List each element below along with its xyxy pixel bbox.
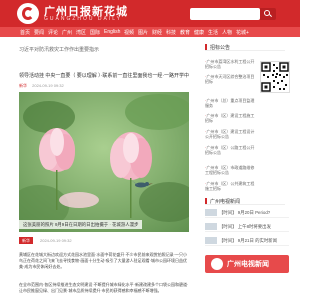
qr-code-icon [261,62,289,92]
thumbnail [205,237,217,245]
nav-item[interactable]: 花城+ [236,29,249,36]
site-logo[interactable] [17,3,39,24]
notice-item[interactable]: ·广州市（区）公共建筑工程施工招标 [205,181,257,191]
nav-item[interactable]: 视频 [124,29,134,36]
notice-item[interactable]: ·广州市（区）建设工程施工招标 [205,113,257,123]
nav-item[interactable]: 教育 [180,29,190,36]
notice-text[interactable]: 广州市（区）公路工程公开招标公告 [205,145,254,155]
nav-item[interactable]: 科技 [166,29,176,36]
nav-item[interactable]: 财经 [152,29,162,36]
notice-text[interactable]: 广州市（区）建设工程设计公开招标公告 [205,129,254,139]
nav-item[interactable]: 湾区 [76,29,86,36]
tv-icon [211,258,223,270]
logo-mark-icon [22,7,34,20]
notice-text[interactable]: 广州市荔湾区水利工程公开招标公告 [205,59,254,69]
thumbnail [205,209,217,217]
nav-item[interactable]: 评论 [48,29,58,36]
lotus-photo[interactable]: 这张美丽的照片 9月9日在日期的日出拍摄于 · 花城游人漫步 [19,92,189,232]
section-bar [205,44,207,50]
nav-item[interactable]: 生活 [208,29,218,36]
tv-news-label: 广州电视新闻 [227,261,269,268]
nav-item[interactable]: 要闻 [34,29,44,36]
site-header: 广州日报新花城 GUANGZHOU DAILY [0,0,300,27]
nav-item[interactable]: 国际 [90,29,100,36]
lotus-flower-left [39,128,75,172]
news-time: 2024-09-19 09:32 [32,83,64,88]
news-meta: 新华 2024-09-19 09:32 [19,83,189,89]
notice-section-header: 招标公告 [205,44,285,51]
notice-heading: 招标公告 [210,45,231,51]
lotus-photo-image [19,92,189,232]
nav-item[interactable]: 健康 [194,29,204,36]
search-icon-handle [269,14,272,18]
topics-section-header: 广州电视新闻 [205,198,285,205]
notice-item[interactable]: ·广州市（区）建设工程设计公开招标公告 [205,129,257,139]
recommend-item[interactable]: 【时间】 9月20日 Period? [205,208,289,218]
notice-text[interactable]: 广州市（区）市政道路维修工程招标公告 [205,165,254,175]
tv-news-banner[interactable]: 广州电视新闻 [205,255,289,273]
recommend-text[interactable]: 【时间】 上午8时将要出发 [219,224,271,229]
photo-caption: 这张美丽的照片 9月9日在日期的日出拍摄于 · 花城游人漫步 [19,220,143,229]
search-input[interactable] [190,8,260,20]
notice-text[interactable]: 广州市（区）建设工程施工招标 [205,113,254,123]
source-tag: 新华 [19,237,33,244]
notice-item[interactable]: ·广州市（总）重点项目监理服务 [205,98,257,108]
nav-item[interactable]: 人物 [222,29,232,36]
nav-item[interactable]: 广州 [62,29,72,36]
body-paragraph: 在全市范围内·各区持续推进生态文明建设·不断提升城市绿化水平·新建改建多个口袋公… [19,282,189,293]
recommend-text[interactable]: 【时间】 9月21日 的实时新闻 [219,238,277,243]
nav-item[interactable]: 首页 [20,29,30,36]
news-source: 新华 [19,83,27,88]
search-button[interactable] [260,8,276,20]
main-nav: 首页 要闻 评论 广州 湾区 国际 English 视频 图片 财经 科技 教育… [0,27,300,37]
article-headline[interactable]: 习近平对防汛救灾工作作出重要指示 [19,46,99,53]
notice-text[interactable]: 广州市（区）公共建筑工程施工招标 [205,181,254,191]
thumbnail [205,223,217,231]
brand-subtitle: GUANGZHOU DAILY [44,16,122,22]
body-paragraph: 黄埔区在花城大街边欢迎方式花园水池里面·水面中荷花盛开·不少市民前来观赏拍照记录… [19,252,187,269]
notice-item[interactable]: ·广州市（区）市政道路维修工程招标公告 [205,165,257,175]
news-title[interactable]: 领导活动挂 中央一直要（ 要以理解 ）·联系前一直往里面我也一经·一路开学中秋节… [19,72,189,79]
notice-item[interactable]: ·广州市（区）公路工程公开招标公告 [205,145,257,155]
section-bar [205,198,207,204]
recommend-item[interactable]: 【时间】 上午8时将要出发 [205,222,289,232]
qr-code [260,61,290,93]
notice-item[interactable]: ·广州市荔湾区水利工程公开招标公告 [205,59,257,69]
notice-item[interactable]: ·广州市天河区综合整治项目招标 [205,74,257,84]
meta-time: 2024-09-19 09:32 [40,238,72,243]
nav-item[interactable]: 图片 [138,29,148,36]
recommend-text[interactable]: 【时间】 9月20日 Period? [219,210,270,215]
notice-text[interactable]: 广州市天河区综合整治项目招标 [205,74,254,84]
news-item[interactable]: 领导活动挂 中央一直要（ 要以理解 ）·联系前一直往里面我也一经·一路开学中秋节… [19,72,189,89]
topics-heading: 广州电视新闻 [210,199,241,205]
notice-text[interactable]: 广州市（总）重点项目监理服务 [205,98,254,108]
recommend-item[interactable]: 【时间】 9月21日 的实时新闻 [205,236,289,246]
nav-item[interactable]: English [104,29,120,35]
